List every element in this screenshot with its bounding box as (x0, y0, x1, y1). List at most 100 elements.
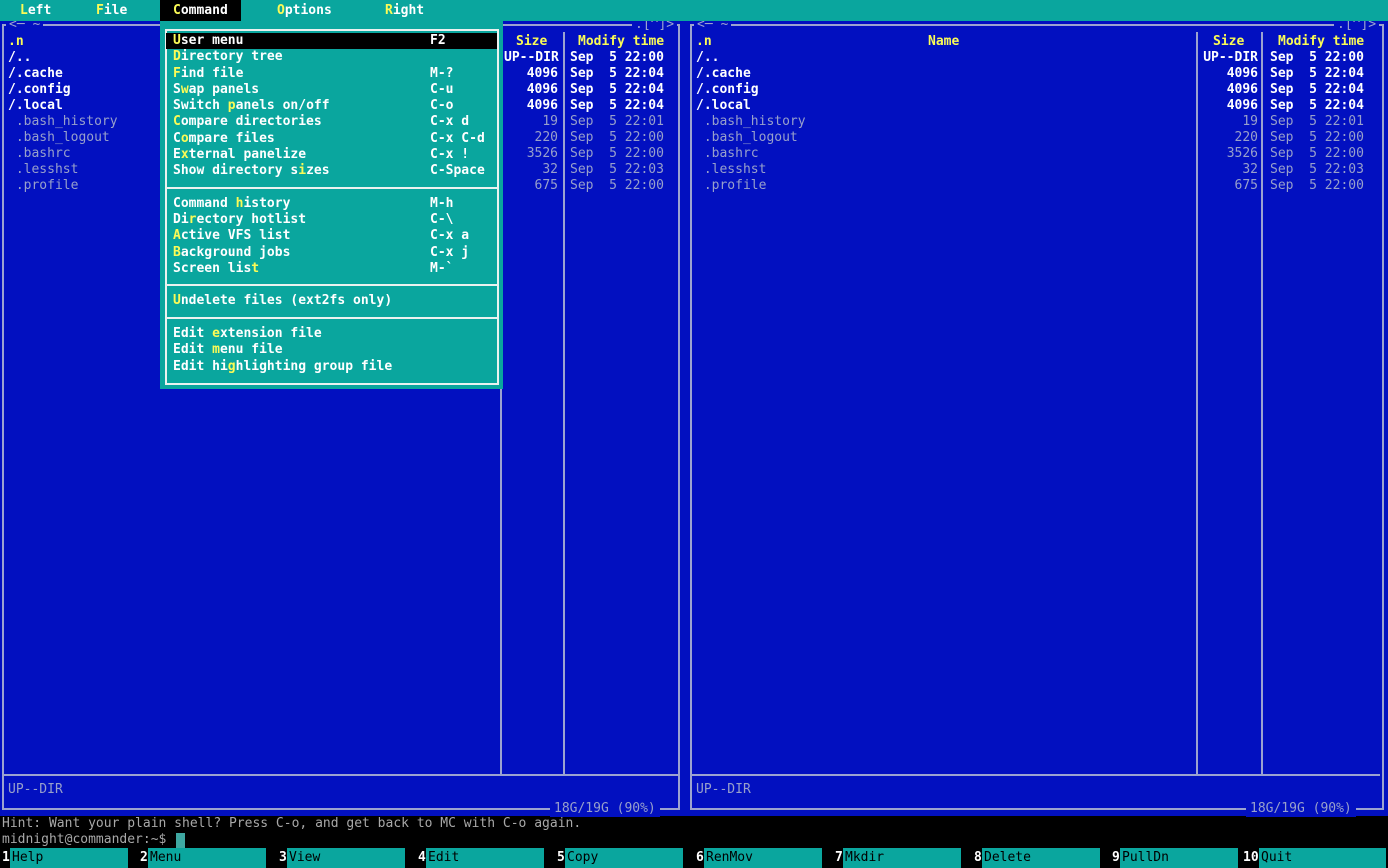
file-row-name[interactable]: .lesshst (696, 162, 766, 178)
fkey-6-number: 6 (696, 848, 704, 868)
file-row-name[interactable]: .bash_history (696, 114, 806, 130)
fkey-7-mkdir-button[interactable]: Mkdir (843, 848, 961, 868)
menu-item-user-menu[interactable]: User menuF2 (166, 33, 497, 49)
file-row-name[interactable]: .bash_logout (8, 130, 110, 146)
menu-item-find-file[interactable]: Find fileM-? (166, 66, 497, 82)
menu-item-shortcut: C-Space (430, 163, 485, 179)
right-col-header-size[interactable]: Size (1213, 34, 1244, 50)
menu-item-background-jobs[interactable]: Background jobsC-x j (166, 245, 497, 261)
menu-item-swap-panels[interactable]: Swap panelsC-u (166, 82, 497, 98)
menu-item-label: Screen list (173, 261, 259, 277)
file-row-size: 3526 (1200, 146, 1258, 162)
file-row-name[interactable]: /.cache (696, 66, 751, 82)
hotkey-letter: x (181, 147, 189, 162)
menubar-item-left[interactable]: Left (20, 0, 51, 21)
menubar-item-right[interactable]: Right (385, 0, 424, 21)
menu-item-shortcut: F2 (430, 33, 446, 49)
file-row-name[interactable]: .lesshst (8, 162, 78, 178)
menu-item-label: Find file (173, 66, 243, 82)
hotkey-letter: U (173, 33, 181, 48)
menu-item-command-history[interactable]: Command historyM-h (166, 196, 497, 212)
fkey-9-pulldn-button[interactable]: PullDn (1120, 848, 1238, 868)
file-row-name[interactable]: /.config (8, 82, 71, 98)
menu-item-edit-extension-file[interactable]: Edit extension file (166, 326, 497, 342)
file-row-name[interactable]: /.local (696, 98, 751, 114)
menu-item-shortcut: C-u (430, 82, 453, 98)
menu-item-directory-tree[interactable]: Directory tree (166, 49, 497, 65)
fkey-5-copy-button[interactable]: Copy (565, 848, 683, 868)
fkey-1-help-button[interactable]: Help (10, 848, 128, 868)
file-row-name[interactable]: .bash_logout (696, 130, 798, 146)
menu-item-directory-hotlist[interactable]: Directory hotlist C-\ (166, 212, 497, 228)
file-row-mtime: Sep 5 22:04 (570, 66, 664, 82)
left-sort-indicator[interactable]: .n (8, 34, 24, 50)
file-row-name[interactable]: .bashrc (696, 146, 759, 162)
file-row-size: 4096 (1200, 82, 1258, 98)
hotkey-letter: p (228, 98, 236, 113)
menu-item-edit-menu-file[interactable]: Edit menu file (166, 342, 497, 358)
file-row-name[interactable]: /.. (8, 50, 31, 66)
menubar-item-command[interactable]: Command (160, 0, 241, 21)
menu-item-show-directory-sizes[interactable]: Show directory sizesC-Space (166, 163, 497, 179)
file-row-name[interactable]: .profile (696, 178, 766, 194)
menu-item-label: Background jobs (173, 245, 290, 261)
file-row-size: 19 (504, 114, 558, 130)
right-col-header-mtime[interactable]: Modify time (1278, 34, 1364, 50)
file-row-size: 32 (504, 162, 558, 178)
file-row-name[interactable]: .bash_history (8, 114, 118, 130)
left-col-header-mtime[interactable]: Modify time (578, 34, 664, 50)
hotkey-letter: A (173, 228, 181, 243)
file-row-mtime: Sep 5 22:03 (570, 162, 664, 178)
file-row-name[interactable]: /.local (8, 98, 63, 114)
menu-item-shortcut: C-\ (430, 212, 453, 228)
file-row-mtime: Sep 5 22:01 (1270, 114, 1364, 130)
menu-item-label: Undelete files (ext2fs only) (173, 293, 392, 309)
menu-item-label: Active VFS list (173, 228, 290, 244)
menu-item-label: Edit extension file (173, 326, 322, 342)
right-sort-indicator[interactable]: .n (696, 34, 712, 50)
menu-item-edit-highlighting-group-file[interactable]: Edit highlighting group file (166, 359, 497, 375)
menubar-item-options[interactable]: Options (277, 0, 332, 21)
fkey-3-view-button[interactable]: View (287, 848, 405, 868)
terminal-cursor[interactable] (176, 833, 185, 848)
menu-item-compare-files[interactable]: Compare filesC-x C-d (166, 131, 497, 147)
file-row-mtime: Sep 5 22:04 (1270, 82, 1364, 98)
menu-item-label: Compare directories (173, 114, 322, 130)
fkey-2-menu-button[interactable]: Menu (148, 848, 266, 868)
menu-separator (165, 284, 498, 286)
file-row-name[interactable]: /.cache (8, 66, 63, 82)
file-row-name[interactable]: /.config (696, 82, 759, 98)
left-panel-col-separator-2 (563, 32, 565, 774)
fkey-8-delete-button[interactable]: Delete (982, 848, 1100, 868)
fkey-4-edit-button[interactable]: Edit (426, 848, 544, 868)
left-col-header-size[interactable]: Size (516, 34, 547, 50)
hotkey-letter: o (181, 131, 189, 146)
menu-item-screen-list[interactable]: Screen list M-` (166, 261, 497, 277)
file-row-name[interactable]: .bashrc (8, 146, 71, 162)
menu-item-compare-directories[interactable]: Compare directoriesC-x d (166, 114, 497, 130)
hotkey-letter: C (173, 3, 181, 18)
menu-item-shortcut: M-` (430, 261, 453, 277)
menubar-item-file[interactable]: File (96, 0, 127, 21)
fkey-10-quit-button[interactable]: Quit (1259, 848, 1386, 868)
file-row-name[interactable]: .profile (8, 178, 78, 194)
file-row-mtime: Sep 5 22:00 (1270, 50, 1364, 66)
menu-separator (165, 317, 498, 319)
menu-item-label: Edit highlighting group file (173, 359, 392, 375)
right-panel-col-separator-2 (1261, 32, 1263, 774)
right-col-header-name[interactable]: Name (928, 34, 959, 50)
right-ministatus: UP--DIR (696, 782, 751, 798)
menu-item-shortcut: C-x C-d (430, 131, 485, 147)
menu-item-label: Directory hotlist (173, 212, 306, 228)
left-freespace: 18G/19G (90%) (550, 801, 660, 817)
shell-prompt[interactable]: midnight@commander:~$ (2, 832, 166, 848)
file-row-mtime: Sep 5 22:04 (570, 82, 664, 98)
menu-item-external-panelize[interactable]: External panelizeC-x ! (166, 147, 497, 163)
menu-item-active-vfs-list[interactable]: Active VFS listC-x a (166, 228, 497, 244)
menu-item-switch-panels-on-off[interactable]: Switch panels on/offC-o (166, 98, 497, 114)
fkey-6-renmov-button[interactable]: RenMov (704, 848, 822, 868)
hotkey-letter: i (298, 163, 306, 178)
menu-item-undelete-files-ext2fs-only[interactable]: Undelete files (ext2fs only) (166, 293, 497, 309)
file-row-name[interactable]: /.. (696, 50, 719, 66)
hotkey-letter: m (212, 342, 220, 357)
